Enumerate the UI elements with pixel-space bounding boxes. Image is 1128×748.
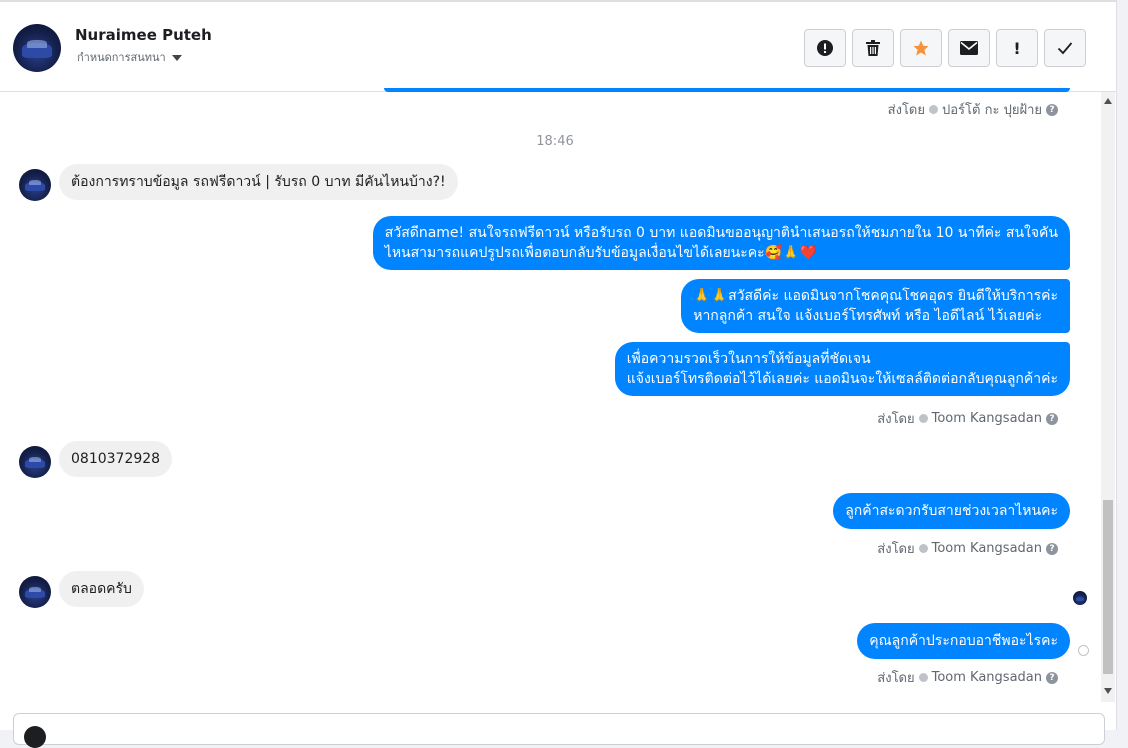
seen-avatar-indicator xyxy=(1073,591,1087,605)
page-avatar xyxy=(24,726,46,748)
message-line: สวัสดีname! สนใจรถฟรีดาวน์ หรือรับรถ 0 บ… xyxy=(384,225,1058,241)
sent-by-note: ส่งโดย Toom Kangsadan ? xyxy=(877,538,1058,559)
outgoing-message[interactable]: คุณลูกค้าประกอบอาชีพอะไรคะ xyxy=(857,623,1070,659)
sent-by-prefix: ส่งโดย xyxy=(877,412,915,427)
verified-dot-icon xyxy=(918,544,928,553)
trash-icon xyxy=(866,40,880,56)
help-icon[interactable]: ? xyxy=(1046,542,1058,555)
mark-important-button[interactable]: ! xyxy=(996,29,1038,67)
sent-by-prefix: ส่งโดย xyxy=(877,542,915,557)
scroll-up-arrow-icon[interactable] xyxy=(1104,98,1112,104)
help-icon[interactable]: ? xyxy=(1046,671,1058,684)
delete-button[interactable] xyxy=(852,29,894,67)
contact-avatar-small[interactable] xyxy=(19,169,51,201)
verified-dot-icon xyxy=(918,414,928,423)
incoming-message[interactable]: ตลอดครับ xyxy=(59,571,144,607)
contact-avatar[interactable] xyxy=(13,24,61,72)
message-line: เพื่อความรวดเร็วในการให้ข้อมูลที่ชัดเจน xyxy=(626,351,871,367)
sender-name: Toom Kangsadan xyxy=(931,541,1042,556)
previous-message-bubble-edge xyxy=(384,88,1070,92)
message-scrollbar[interactable] xyxy=(1101,92,1115,702)
message-timestamp: 18:46 xyxy=(536,134,574,149)
scrollbar-thumb[interactable] xyxy=(1103,500,1113,674)
sender-name: ปอร์โต้ กะ ปุยฝ้าย xyxy=(942,103,1042,118)
sender-name: Toom Kangsadan xyxy=(931,411,1042,426)
envelope-icon xyxy=(960,41,978,55)
outgoing-message[interactable]: ลูกค้าสะดวกรับสายช่วงเวลาไหนคะ xyxy=(833,493,1070,529)
contact-avatar-small[interactable] xyxy=(19,446,51,478)
sent-by-note: ส่งโดย Toom Kangsadan ? xyxy=(877,667,1058,688)
message-line: ไหนสามารถแคปรูปรถเพื่อตอบกลับรับข้อมูลเง… xyxy=(384,245,817,261)
scroll-down-arrow-icon[interactable] xyxy=(1104,688,1112,694)
outgoing-message[interactable]: 🙏🙏สวัสดีค่ะ แอดมินจากโชคคุณโชคอุดร ยินดี… xyxy=(681,279,1070,333)
message-line: แจ้งเบอร์โทรติดต่อไว้ได้เลยค่ะ แอดมินจะใ… xyxy=(626,371,1058,387)
action-toolbar: ! xyxy=(804,29,1086,67)
delivered-status-icon xyxy=(1078,645,1089,656)
verified-dot-icon xyxy=(918,673,928,682)
sent-by-prefix: ส่งโดย xyxy=(877,671,915,686)
sent-by-note: ส่งโดย Toom Kangsadan ? xyxy=(877,408,1058,429)
outgoing-message[interactable]: เพื่อความรวดเร็วในการให้ข้อมูลที่ชัดเจน … xyxy=(614,342,1070,396)
incoming-message[interactable]: ต้องการทราบข้อมูล รถฟรีดาวน์ | รับรถ 0 บ… xyxy=(59,164,458,200)
verified-dot-icon xyxy=(929,105,938,114)
assign-conversation-dropdown[interactable]: กำหนดการสนทนา xyxy=(77,48,182,66)
sender-name: Toom Kangsadan xyxy=(931,670,1042,685)
help-icon[interactable]: ? xyxy=(1046,412,1058,425)
message-line: หากลูกค้า สนใจ แจ้งเบอร์โทรศัพท์ หรือ ไอ… xyxy=(693,308,1042,324)
check-icon xyxy=(1057,42,1073,55)
conversation-panel: Nuraimee Puteh กำหนดการสนทนา ! ส่งโดย ปอ… xyxy=(0,0,1117,748)
message-line: 🙏🙏สวัสดีค่ะ แอดมินจากโชคคุณโชคอุดร ยินดี… xyxy=(693,288,1058,304)
assign-label: กำหนดการสนทนา xyxy=(77,51,166,64)
message-line: คุณลูกค้าประกอบอาชีพอะไรคะ xyxy=(869,633,1058,649)
star-button[interactable] xyxy=(900,29,942,67)
mark-done-button[interactable] xyxy=(1044,29,1086,67)
contact-name[interactable]: Nuraimee Puteh xyxy=(75,26,212,44)
outgoing-message[interactable]: สวัสดีname! สนใจรถฟรีดาวน์ หรือรับรถ 0 บ… xyxy=(372,216,1070,270)
mark-unread-button[interactable] xyxy=(948,29,990,67)
sent-by-note: ส่งโดย ปอร์โต้ กะ ปุยฝ้าย ? xyxy=(888,99,1058,120)
help-icon[interactable]: ? xyxy=(1046,103,1058,116)
conversation-header: Nuraimee Puteh กำหนดการสนทนา ! xyxy=(0,2,1116,92)
incoming-message[interactable]: 0810372928 xyxy=(59,441,173,477)
alert-circle-icon xyxy=(817,40,833,56)
message-line: ลูกค้าสะดวกรับสายช่วงเวลาไหนคะ xyxy=(845,503,1058,519)
message-composer[interactable] xyxy=(13,713,1105,748)
report-spam-button[interactable] xyxy=(804,29,846,67)
contact-avatar-small[interactable] xyxy=(19,576,51,608)
sent-by-prefix: ส่งโดย xyxy=(887,103,925,118)
caret-down-icon xyxy=(171,55,182,61)
star-icon xyxy=(913,40,929,56)
exclamation-icon: ! xyxy=(1013,38,1021,58)
